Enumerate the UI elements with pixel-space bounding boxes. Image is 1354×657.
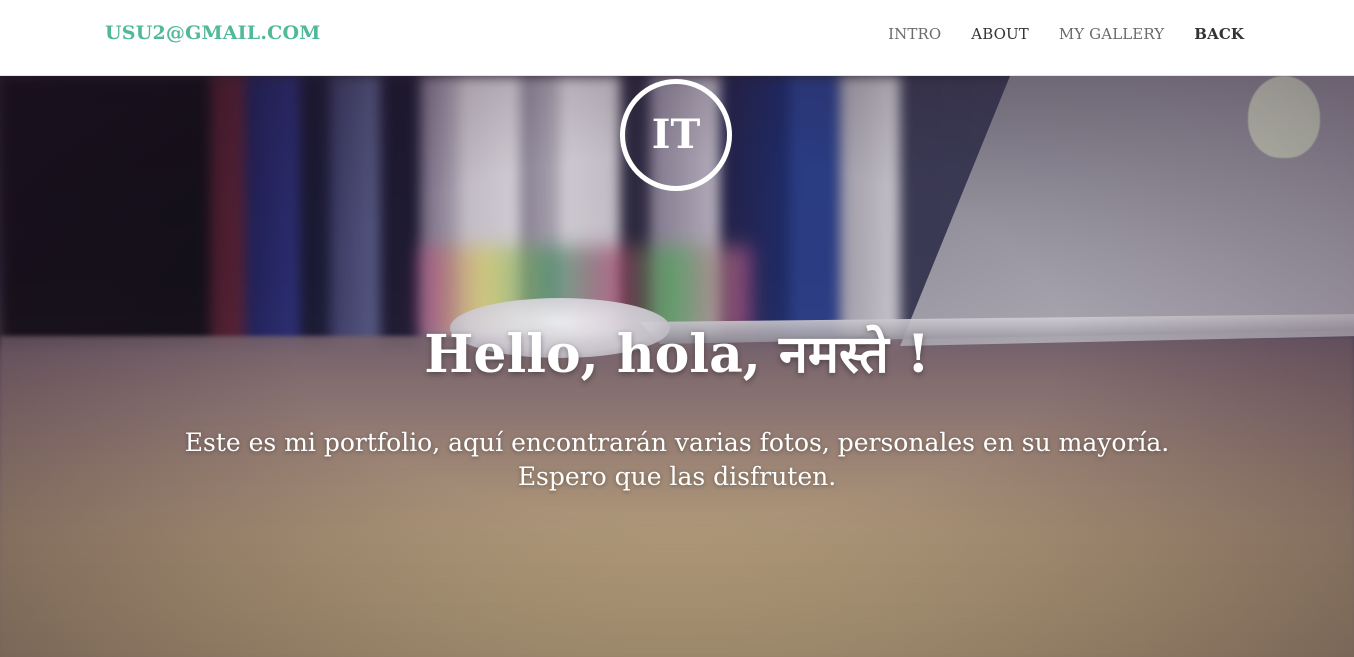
nav-link-back[interactable]: BACK [1194,25,1244,43]
hero-description-line-2: Espero que las disfruten. [517,462,837,491]
hero-description-line-1: Este es mi portfolio, aquí encontrarán v… [184,428,1170,457]
hero-section: IT Hello, hola, नमस्ते ! Este es mi port… [0,76,1354,657]
nav-link-my-gallery[interactable]: MY GALLERY [1059,25,1164,43]
hero-description: Este es mi portfolio, aquí encontrarán v… [110,426,1244,494]
brand-link[interactable]: USU2@GMAIL.COM [105,22,320,44]
profile-logo-circle: IT [620,79,732,191]
profile-logo-initials: IT [651,111,701,158]
nav-link-intro[interactable]: INTRO [888,25,941,43]
nav-link-about[interactable]: ABOUT [971,25,1029,43]
nav-links: INTRO ABOUT MY GALLERY BACK [858,25,1244,43]
top-navbar: USU2@GMAIL.COM INTRO ABOUT MY GALLERY BA… [0,0,1354,76]
hero-title: Hello, hola, नमस्ते ! [424,324,930,385]
